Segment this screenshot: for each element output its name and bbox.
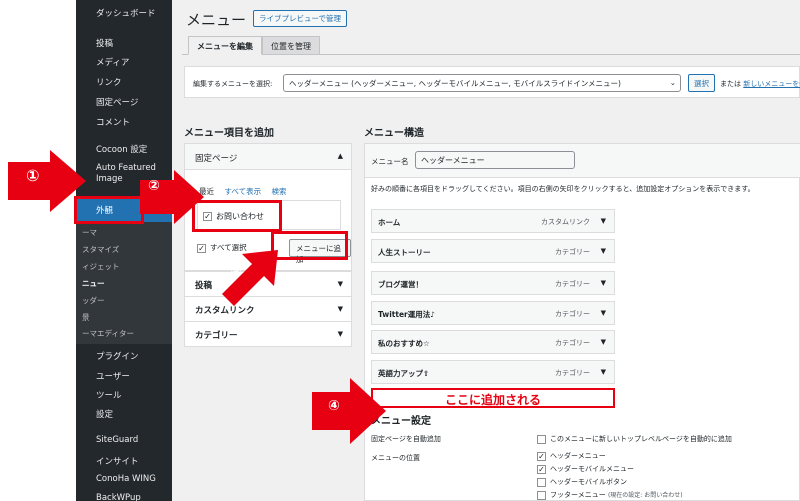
highlight-add-button-box [271,231,348,260]
auto-add-option[interactable]: このメニューに新しいトップレベルページを自動的に追加 [537,434,732,444]
sidebar-item-backwpup[interactable]: BackWPup [96,493,141,501]
sidebar-item-insight[interactable]: インサイト [96,455,139,467]
checkbox-icon[interactable] [537,490,546,500]
step-2-label: ② [148,178,160,194]
menu-name-label: メニュー名 [371,157,409,166]
sidebar-sub-menus[interactable]: ニュー [82,278,105,289]
sidebar-item-dashboard[interactable]: ダッシュボード [96,7,156,19]
added-here-annotation: ここに追加される [371,388,615,408]
step-3-label: ③ [230,262,242,278]
sidebar-item-auto-featured-image[interactable]: Image [96,174,123,184]
sidebar-item-plugins[interactable]: プラグイン [96,350,139,362]
expand-arrow-icon[interactable]: ▼ [601,309,606,317]
arrow-icon-step4 [312,378,386,444]
menu-name-input[interactable]: ヘッダーメニュー [415,151,575,169]
location-header-menu[interactable]: ✓ ヘッダーメニュー [537,451,606,461]
sidebar-item-siteguard[interactable]: SiteGuard [96,435,138,445]
checkbox-icon[interactable] [537,434,546,444]
sidebar-item-comments[interactable]: コメント [96,116,130,128]
expand-arrow-icon[interactable]: ▼ [601,279,606,287]
location-footer-menu[interactable]: フッターメニュー (現在の設定: お問い合わせ) [537,490,683,500]
menu-instructions: 好みの順番に各項目をドラッグしてください。項目の右側の矢印をクリックすると、追加… [371,185,755,193]
menu-item-twitter[interactable]: Twitter運用法♪ カテゴリー ▼ [371,301,615,325]
live-preview-button[interactable]: ライブプレビューで管理 [253,10,348,27]
sidebar-item-conoha[interactable]: ConoHa WING [96,474,156,484]
expand-arrow-icon[interactable]: ▼ [601,247,606,255]
tab-search[interactable]: 検索 [271,187,286,196]
pages-section-title: 固定ページ [195,154,238,164]
menu-item-recommend[interactable]: 私のおすすめ☆ カテゴリー ▼ [371,330,615,354]
or-text: または 新しいメニューを作 [720,79,800,89]
expand-arrow-icon[interactable]: ▼ [601,368,606,376]
step-4-label: ④ [328,398,340,414]
menu-select-dropdown[interactable]: ヘッダーメニュー (ヘッダーメニュー, ヘッダーモバイルメニュー, モバイルスラ… [283,74,681,92]
sidebar-sub-widgets[interactable]: ィジェット [82,261,120,272]
nav-tabs: メニューを編集 位置を管理 [182,36,800,55]
sidebar-sub-theme-editor[interactable]: ーマエディター [82,328,134,339]
menu-select-bar: 編集するメニューを選択: ヘッダーメニュー (ヘッダーメニュー, ヘッダーモバイ… [184,66,800,98]
sidebar-item-pages[interactable]: 固定ページ [96,96,138,108]
expand-arrow-icon: ▼ [337,305,343,313]
expand-arrow-icon: ▼ [337,280,343,288]
menu-structure-panel: メニュー名 ヘッダーメニュー 好みの順番に各項目をドラッグしてください。項目の右… [364,143,800,501]
tab-view-all[interactable]: すべて表示 [224,187,261,196]
expand-arrow-icon[interactable]: ▼ [601,217,606,225]
tab-manage-locations[interactable]: 位置を管理 [262,36,320,55]
sidebar-item-links[interactable]: リンク [96,76,122,88]
checkbox-checked-icon[interactable]: ✓ [197,243,206,253]
select-button[interactable]: 選択 [688,74,715,92]
expand-arrow-icon: ▼ [337,330,343,338]
menu-item-blog[interactable]: ブログ運営！ カテゴリー ▼ [371,271,615,295]
sidebar-item-media[interactable]: メディア [96,56,129,68]
location-header-mobile-button[interactable]: ヘッダーモバイルボタン [537,477,627,487]
menu-select-label: 編集するメニューを選択: [193,80,273,88]
add-items-heading: メニュー項目を追加 [184,128,274,139]
pages-tabs: 最近 すべて表示 検索 [199,186,294,197]
chevron-down-icon: ⌄ [669,78,676,87]
step-1-label: ① [26,166,40,185]
sidebar-item-tools[interactable]: ツール [96,389,122,401]
checkbox-checked-icon[interactable]: ✓ [537,464,546,474]
sidebar-sub-themes[interactable]: ーマ [82,227,97,238]
highlight-contact-checkbox-box [192,200,282,232]
menu-name-bar: メニュー名 ヘッダーメニュー [365,144,800,178]
sidebar-sub-background[interactable]: 景 [82,312,90,323]
menu-location-label: メニューの位置 [371,454,420,462]
arrow-icon-step3 [222,250,278,306]
sidebar-item-posts[interactable]: 投稿 [96,37,113,49]
sidebar-item-cocoon[interactable]: Cocoon 設定 [96,143,147,155]
sidebar-item-settings[interactable]: 設定 [96,408,113,420]
categories-section[interactable]: カテゴリー ▼ [185,321,351,346]
arrow-icon-step1 [8,150,86,212]
added-here-text: ここに追加される [444,393,541,407]
menu-item-english[interactable]: 英語力アップ⇧ カテゴリー ▼ [371,360,615,384]
menu-item-home[interactable]: ホーム カスタムリンク ▼ [371,209,615,233]
new-menu-link[interactable]: 新しいメニューを作 [743,80,800,88]
page-title: メニュー [186,11,247,29]
menu-structure-heading: メニュー構造 [364,128,424,139]
left-margin [0,0,76,501]
menu-item-life-story[interactable]: 人生ストーリー カテゴリー ▼ [371,239,615,263]
menu-select-value: ヘッダーメニュー (ヘッダーメニュー, ヘッダーモバイルメニュー, モバイルスラ… [289,79,621,88]
checkbox-checked-icon[interactable]: ✓ [537,451,546,461]
sidebar-item-users[interactable]: ユーザー [96,370,130,382]
sidebar-sub-customize[interactable]: スタマイズ [82,244,119,255]
pages-section-header[interactable]: 固定ページ ▲ [185,144,351,170]
location-header-mobile-menu[interactable]: ✓ ヘッダーモバイルメニュー [537,464,634,474]
expand-arrow-icon[interactable]: ▼ [601,338,606,346]
collapse-arrow-icon: ▲ [337,152,343,160]
checkbox-icon[interactable] [537,477,546,487]
tab-edit-menus[interactable]: メニューを編集 [188,36,262,55]
sidebar-sub-header[interactable]: ッダー [82,295,105,306]
